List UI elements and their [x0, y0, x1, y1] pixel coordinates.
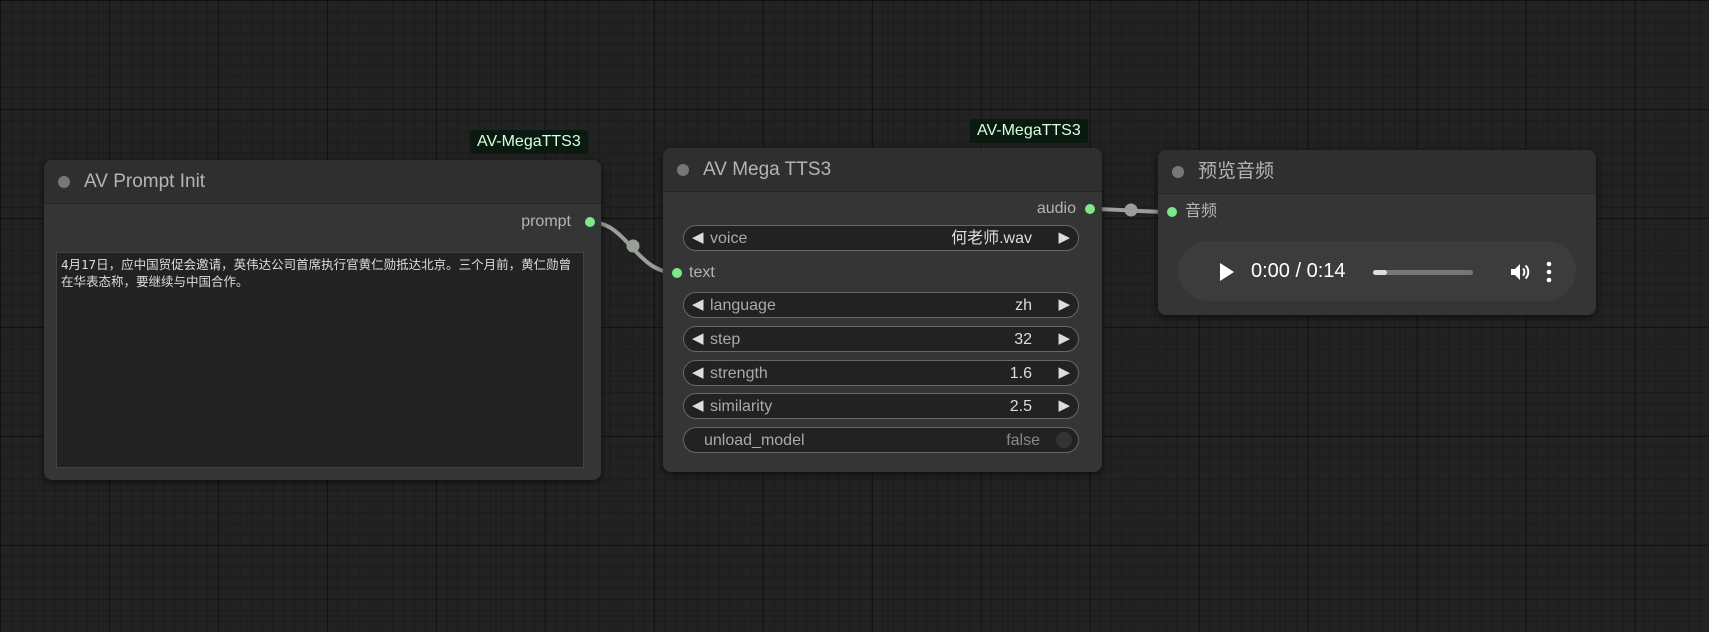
node-badge: AV-MegaTTS3 [970, 119, 1088, 143]
decrement-arrow-icon[interactable]: ◀ [692, 230, 704, 246]
volume-icon[interactable] [1508, 260, 1532, 284]
node-av-prompt-init[interactable]: AV Prompt Init prompt 4月17日，应中国贸促会邀请，英伟达… [44, 160, 601, 480]
playback-time: 0:00 / 0:14 [1251, 260, 1346, 282]
node-title: 预览音频 [1198, 161, 1275, 182]
slot-label: text [689, 264, 715, 281]
output-slot-dot-icon[interactable] [1085, 204, 1095, 214]
node-header[interactable]: 预览音频 [1158, 150, 1596, 194]
widget-value: 1.6 [1009, 365, 1032, 382]
decrement-arrow-icon[interactable]: ◀ [692, 331, 704, 347]
widget-label: voice [710, 230, 748, 247]
combo-widget-language[interactable]: ◀ language zh ▶ [683, 292, 1079, 318]
increment-arrow-icon[interactable]: ▶ [1058, 297, 1070, 313]
widget-value: zh [1015, 297, 1032, 314]
output-slot-prompt[interactable]: prompt [521, 210, 571, 234]
more-vertical-icon[interactable] [1544, 260, 1554, 284]
widget-value: 32 [1014, 331, 1032, 348]
collapse-dot-icon[interactable] [58, 176, 70, 188]
progress-slider[interactable] [1373, 270, 1473, 275]
slot-label: audio [1036, 200, 1076, 217]
toggle-widget-unload-model[interactable]: unload_model false [683, 427, 1079, 453]
number-widget-strength[interactable]: ◀ strength 1.6 ▶ [683, 360, 1079, 386]
slot-label: prompt [521, 213, 571, 230]
widget-value: 何老师.wav [951, 230, 1032, 247]
link-midpoint-handle [626, 239, 640, 253]
input-slot-dot-icon[interactable] [672, 268, 682, 278]
widget-label: strength [710, 365, 768, 382]
increment-arrow-icon[interactable]: ▶ [1058, 230, 1070, 246]
decrement-arrow-icon[interactable]: ◀ [692, 398, 704, 414]
widget-value: 2.5 [1009, 398, 1032, 415]
input-slot-audio[interactable]: 音频 [1185, 200, 1217, 224]
number-widget-similarity[interactable]: ◀ similarity 2.5 ▶ [683, 393, 1079, 419]
node-header[interactable]: AV Prompt Init [44, 160, 601, 204]
collapse-dot-icon[interactable] [677, 164, 689, 176]
node-title: AV Prompt Init [84, 171, 206, 192]
increment-arrow-icon[interactable]: ▶ [1058, 398, 1070, 414]
slot-label: 音频 [1185, 203, 1218, 220]
widget-label: unload_model [704, 432, 805, 449]
audio-player[interactable]: 0:00 / 0:14 [1178, 241, 1576, 301]
node-preview-audio[interactable]: 预览音频 音频 0:00 / 0:14 [1158, 150, 1596, 315]
toggle-knob[interactable] [1056, 432, 1072, 448]
decrement-arrow-icon[interactable]: ◀ [692, 365, 704, 381]
prompt-textarea[interactable]: 4月17日，应中国贸促会邀请，英伟达公司首席执行官黄仁勋抵达北京。三个月前，黄仁… [56, 252, 584, 468]
node-title: AV Mega TTS3 [703, 159, 832, 180]
number-widget-step[interactable]: ◀ step 32 ▶ [683, 326, 1079, 352]
input-slot-dot-icon[interactable] [1167, 207, 1177, 217]
increment-arrow-icon[interactable]: ▶ [1058, 331, 1070, 347]
decrement-arrow-icon[interactable]: ◀ [692, 297, 704, 313]
link-midpoint-handle [1124, 203, 1138, 217]
node-badge: AV-MegaTTS3 [470, 130, 588, 154]
widget-label: step [710, 331, 741, 348]
graph-canvas[interactable]: AV-MegaTTS3 AV Prompt Init prompt 4月17日，… [0, 0, 1709, 632]
widget-value: false [1006, 432, 1040, 449]
node-av-mega-tts3[interactable]: AV Mega TTS3 audio ◀ voice 何老师.wav ▶ tex… [663, 148, 1102, 472]
output-slot-audio[interactable]: audio [1037, 197, 1076, 221]
widget-label: similarity [710, 398, 773, 415]
widget-label: language [710, 297, 776, 314]
output-slot-dot-icon[interactable] [585, 217, 595, 227]
increment-arrow-icon[interactable]: ▶ [1058, 365, 1070, 381]
collapse-dot-icon[interactable] [1172, 166, 1184, 178]
progress-fill [1373, 270, 1387, 275]
node-header[interactable]: AV Mega TTS3 [663, 148, 1102, 192]
play-icon[interactable] [1220, 263, 1234, 281]
input-slot-text[interactable]: text [689, 261, 715, 285]
combo-widget-voice[interactable]: ◀ voice 何老师.wav ▶ [683, 225, 1079, 251]
